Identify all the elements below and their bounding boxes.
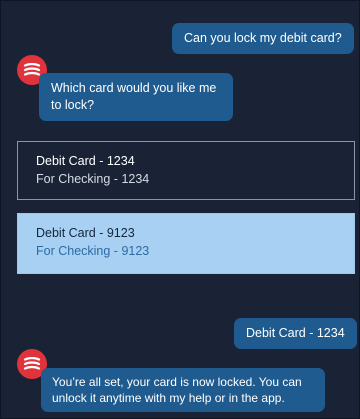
card-option-debit-9123[interactable]: Debit Card - 9123 For Checking - 9123 [17, 213, 355, 274]
assistant-message-text: Which card would you like me to lock? [51, 81, 217, 112]
card-option-debit-1234[interactable]: Debit Card - 1234 For Checking - 1234 [17, 141, 355, 200]
assistant-message-text: You’re all set, your card is now locked.… [52, 375, 302, 405]
user-message-text: Debit Card - 1234 [246, 326, 345, 340]
striped-logo-icon [23, 357, 41, 370]
user-message-text: Can you lock my debit card? [184, 31, 342, 45]
card-option-subtitle: For Checking - 1234 [36, 172, 150, 186]
user-message-bubble: Debit Card - 1234 [234, 318, 357, 349]
user-message-bubble: Can you lock my debit card? [172, 23, 354, 54]
card-option-title: Debit Card - 9123 [36, 226, 135, 240]
chat-window: Can you lock my debit card? Which card w… [0, 0, 360, 419]
assistant-message-bubble: You’re all set, your card is now locked.… [41, 368, 325, 412]
striped-logo-icon [23, 63, 41, 76]
card-option-title: Debit Card - 1234 [36, 154, 135, 168]
card-option-subtitle: For Checking - 9123 [36, 244, 150, 258]
assistant-message-bubble: Which card would you like me to lock? [39, 73, 233, 121]
